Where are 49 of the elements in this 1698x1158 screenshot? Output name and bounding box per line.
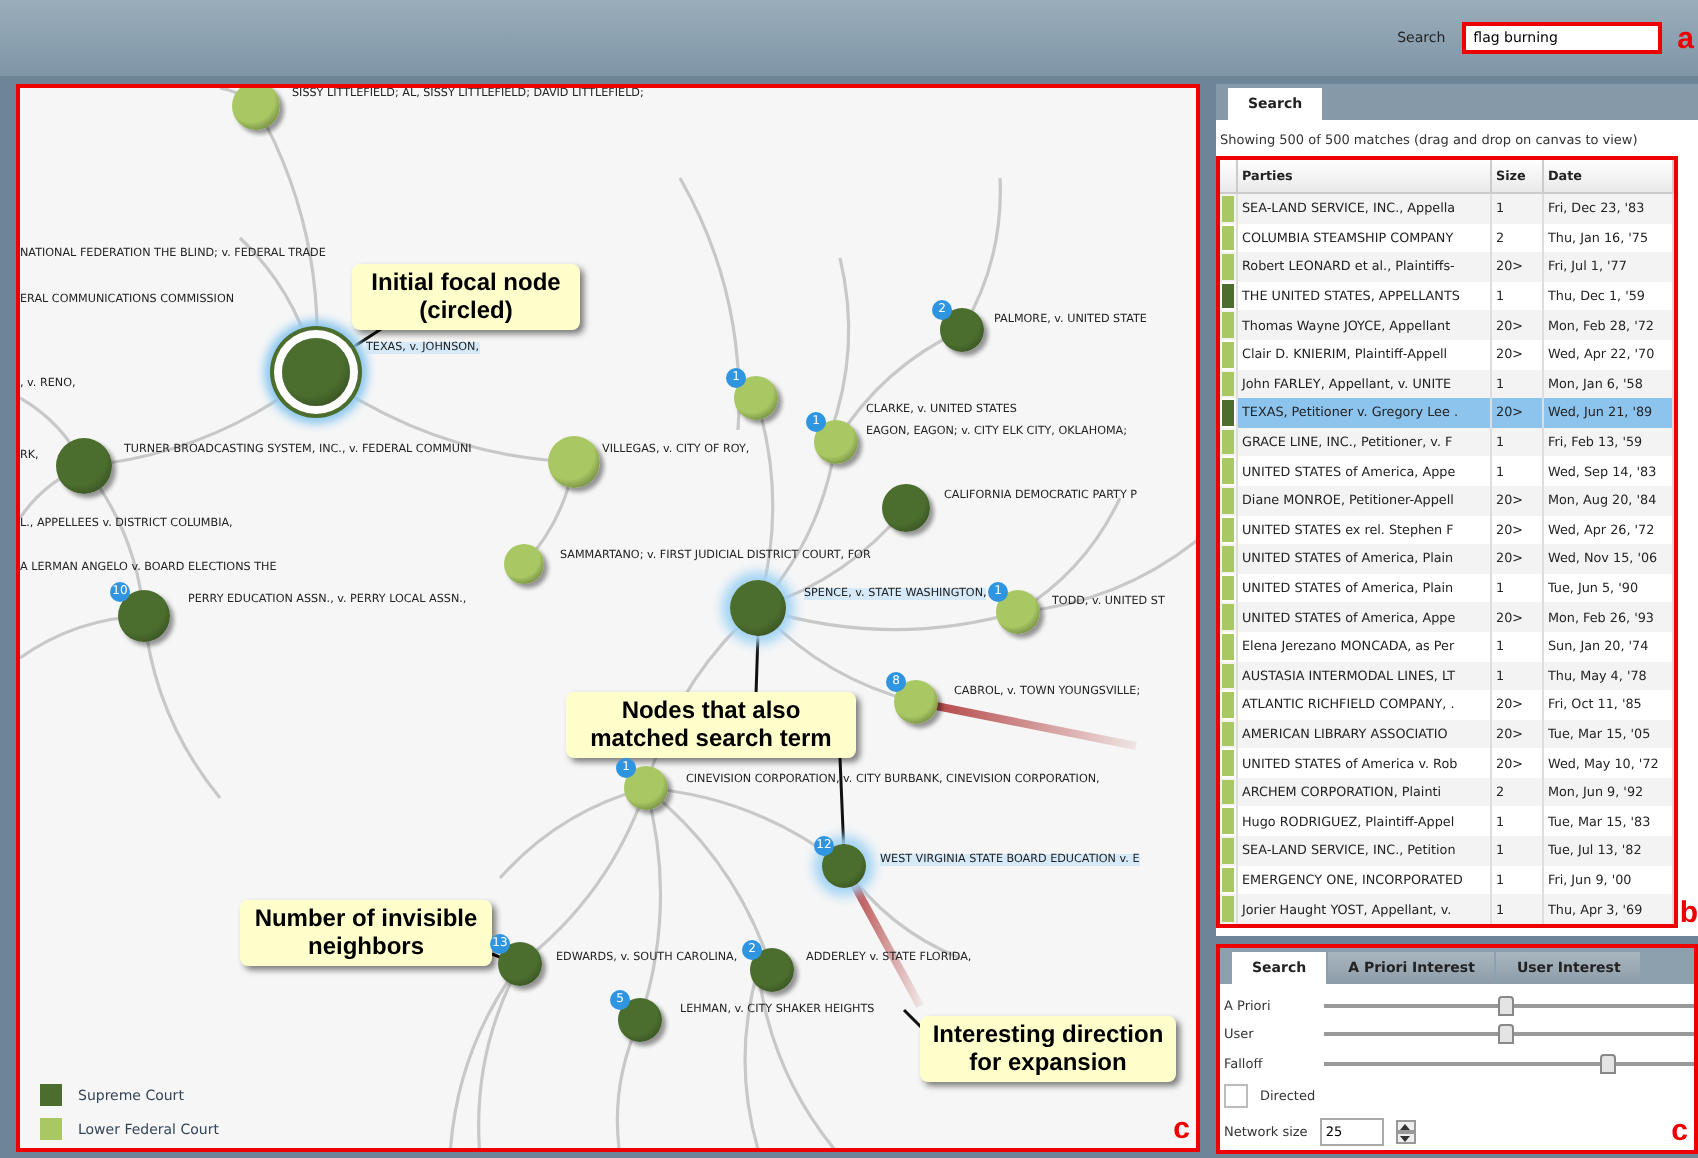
callout: Number of invisible neighbors xyxy=(240,900,492,966)
supreme-court-node[interactable] xyxy=(730,580,786,636)
lower-court-node[interactable] xyxy=(232,88,280,130)
court-swatch xyxy=(1222,663,1234,689)
court-swatch xyxy=(1222,575,1234,601)
court-swatch xyxy=(1222,721,1234,747)
leader-line xyxy=(902,1008,926,1032)
court-swatch xyxy=(1222,429,1234,455)
court-swatch xyxy=(1222,254,1234,280)
annotation-letter: c xyxy=(1671,1114,1688,1148)
slider-thumb[interactable] xyxy=(1600,1053,1617,1074)
court-swatch xyxy=(1222,633,1234,659)
callout: Interesting direction for expansion xyxy=(920,1016,1176,1082)
court-swatch xyxy=(1222,779,1234,805)
court-swatch xyxy=(1222,604,1234,630)
court-swatch xyxy=(1222,838,1234,864)
lower-court-node[interactable] xyxy=(548,436,600,488)
court-swatch xyxy=(1222,867,1234,893)
court-swatch xyxy=(1222,487,1234,514)
court-swatch xyxy=(1222,546,1234,572)
court-swatch xyxy=(1222,808,1234,835)
court-swatch xyxy=(1222,371,1234,397)
supreme-court-node[interactable] xyxy=(282,338,350,406)
annotation-letter: c xyxy=(1173,1112,1190,1146)
court-swatch xyxy=(1222,400,1234,426)
annotation-letter: b xyxy=(1679,897,1698,928)
court-swatch xyxy=(1222,341,1234,368)
slider-thumb[interactable] xyxy=(1497,995,1514,1016)
court-swatch xyxy=(1222,283,1234,309)
legend-swatch xyxy=(40,1118,62,1140)
supreme-court-node[interactable] xyxy=(56,438,112,494)
lower-court-node[interactable] xyxy=(504,544,544,584)
table-header xyxy=(1220,160,1238,194)
supreme-court-node[interactable] xyxy=(882,484,930,532)
annotation-letter: a xyxy=(1677,23,1694,53)
court-swatch xyxy=(1222,458,1234,484)
callout: Initial focal node (circled) xyxy=(352,264,580,330)
court-swatch xyxy=(1222,692,1234,718)
court-swatch xyxy=(1222,750,1234,776)
court-swatch xyxy=(1222,517,1234,543)
leader-line xyxy=(754,633,760,695)
callout: Nodes that also matched search term xyxy=(566,692,856,758)
slider-thumb[interactable] xyxy=(1497,1024,1514,1045)
court-swatch xyxy=(1222,196,1234,222)
legend-swatch xyxy=(40,1084,62,1106)
court-swatch xyxy=(1222,225,1234,251)
court-swatch xyxy=(1222,312,1234,338)
checkbox[interactable] xyxy=(1224,1084,1248,1109)
court-swatch xyxy=(1222,896,1234,922)
